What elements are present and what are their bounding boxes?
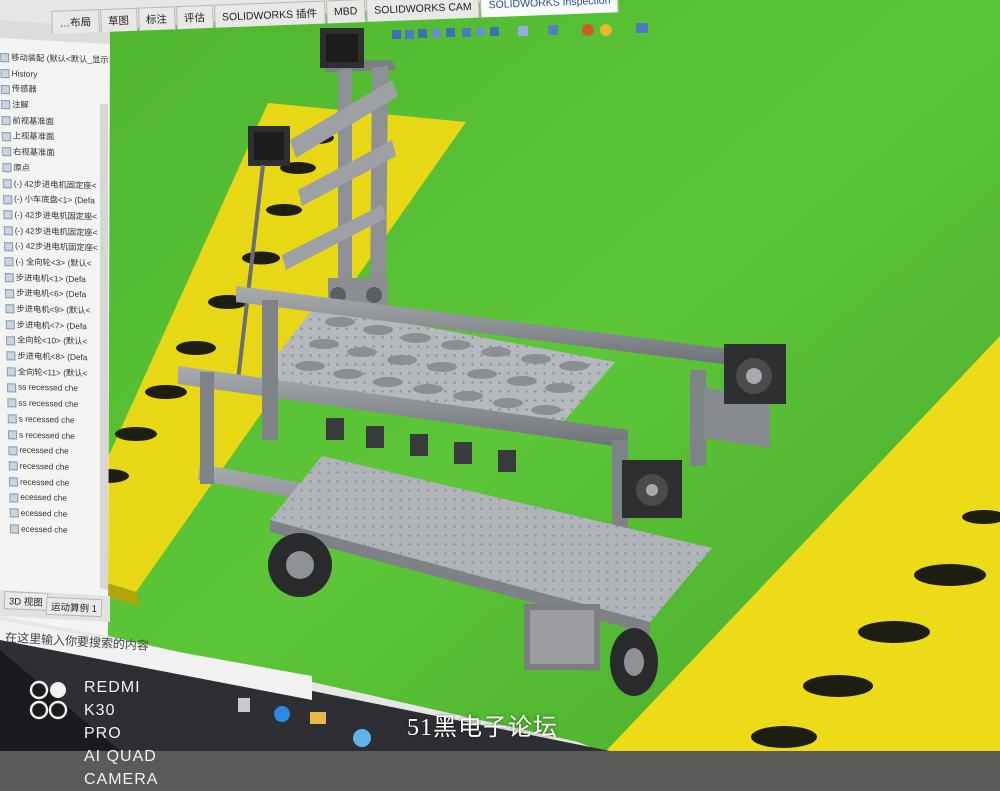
tree-item-part[interactable]: ecessed che xyxy=(9,521,118,539)
camera-logo-icon xyxy=(29,680,68,720)
part-icon xyxy=(4,241,14,251)
camera-name: AI QUAD CAMERA xyxy=(84,748,159,788)
task-view-icon[interactable] xyxy=(238,698,250,712)
tab-mbd[interactable]: MBD xyxy=(325,0,366,24)
tab-layout[interactable]: …布局 xyxy=(51,9,100,35)
part-icon xyxy=(4,273,14,283)
plane-icon xyxy=(1,116,11,126)
device-name: REDMI K30 PRO xyxy=(84,679,141,742)
part-icon xyxy=(5,320,15,330)
plane-icon xyxy=(1,131,11,142)
part-icon xyxy=(4,257,14,267)
part-icon xyxy=(7,398,17,408)
edge-browser-icon[interactable] xyxy=(274,706,290,722)
sensor-icon xyxy=(0,84,10,94)
part-icon xyxy=(8,461,18,471)
tab-solidworks-addins[interactable]: SOLIDWORKS 插件 xyxy=(213,0,326,28)
tab-motion-study[interactable]: 运动算例 1 xyxy=(45,596,103,618)
part-icon xyxy=(6,382,17,393)
part-icon xyxy=(9,508,19,518)
tab-3d-view[interactable]: 3D 视图 xyxy=(3,591,49,611)
part-icon xyxy=(6,351,16,361)
tab-sketch[interactable]: 草图 xyxy=(99,7,138,33)
part-icon xyxy=(5,304,15,314)
part-icon xyxy=(8,477,19,487)
origin-icon xyxy=(2,163,12,173)
part-icon xyxy=(2,178,12,189)
photo-of-monitor: …布局 草图 标注 评估 SOLIDWORKS 插件 MBD SOLIDWORK… xyxy=(0,0,1000,788)
part-icon xyxy=(6,367,16,377)
part-icon xyxy=(9,492,19,503)
part-icon xyxy=(7,414,17,424)
part-icon xyxy=(4,288,15,299)
feature-tree: 移动装配 (默认<默认_显示 History 传感器 注解 前视基准面 上视基准… xyxy=(0,50,120,613)
part-icon xyxy=(3,210,13,220)
part-icon xyxy=(5,335,16,346)
part-icon xyxy=(8,445,18,456)
part-icon xyxy=(7,430,18,440)
file-explorer-icon[interactable] xyxy=(310,712,326,724)
part-icon xyxy=(3,194,13,204)
assembly-icon xyxy=(0,53,10,63)
app-icon[interactable] xyxy=(353,729,371,747)
part-icon xyxy=(9,524,20,534)
history-icon xyxy=(0,69,10,79)
forum-watermark: 51黑电子论坛 xyxy=(407,715,558,741)
part-icon xyxy=(3,226,13,236)
tab-evaluate[interactable]: 评估 xyxy=(175,4,214,30)
plane-icon xyxy=(2,147,12,157)
tab-markup[interactable]: 标注 xyxy=(137,6,176,31)
annotation-icon xyxy=(1,100,11,110)
